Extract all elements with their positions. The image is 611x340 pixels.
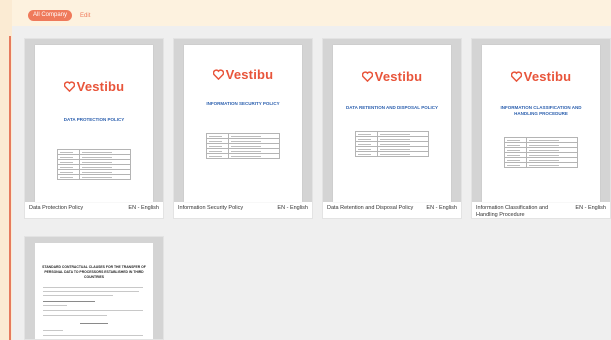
- document-title[interactable]: Information Security Policy: [178, 205, 243, 212]
- text-line: [43, 301, 95, 302]
- document-cover: Vestibu DATA RETENTION AND DISPOSAL POLI…: [333, 45, 451, 202]
- filter-pill[interactable]: All Company: [28, 10, 73, 21]
- brand-logo: Vestibu: [482, 69, 600, 84]
- brand-logo: Vestibu: [333, 69, 451, 84]
- document-thumbnail[interactable]: Vestibu INFORMATION SECURITY POLICY: [174, 39, 312, 202]
- cover-meta-table: [504, 137, 578, 168]
- cover-title: STANDARD CONTRACTUAL CLAUSES FOR THE TRA…: [42, 265, 146, 279]
- brand-name: Vestibu: [523, 69, 572, 84]
- document-thumbnail[interactable]: Vestibu DATA RETENTION AND DISPOSAL POLI…: [323, 39, 461, 202]
- document-thumbnail[interactable]: Vestibu INFORMATION CLASSIFICATION AND H…: [472, 39, 610, 202]
- document-caption: Data Retention and Disposal Policy EN - …: [327, 205, 457, 212]
- text-line: [43, 330, 63, 331]
- text-line: [43, 335, 143, 336]
- top-banner: [0, 0, 611, 26]
- left-accent-strip: [0, 0, 12, 340]
- cover-meta-table: [355, 131, 429, 157]
- document-language: EN - English: [426, 205, 457, 211]
- document-cover: Vestibu DATA PROTECTION POLICY: [35, 45, 153, 202]
- document-cover: Vestibu INFORMATION SECURITY POLICY: [184, 45, 302, 202]
- brand-name: Vestibu: [76, 79, 125, 94]
- text-line: [43, 310, 143, 311]
- document-caption: Information Classification and Handling …: [476, 205, 606, 219]
- cover-title: DATA RETENTION AND DISPOSAL POLICY: [346, 105, 438, 110]
- edit-link[interactable]: Edit: [80, 13, 90, 19]
- cover-title: INFORMATION SECURITY POLICY: [206, 101, 280, 106]
- heart-logo-icon: [361, 71, 373, 82]
- document-language: EN - English: [575, 205, 606, 211]
- brand-name: Vestibu: [225, 67, 274, 82]
- document-language: EN - English: [277, 205, 308, 211]
- toolbar: All Company Edit: [28, 10, 90, 21]
- cover-meta-table: [57, 149, 131, 180]
- document-thumbnail[interactable]: Vestibu DATA PROTECTION POLICY: [25, 39, 163, 202]
- document-language: EN - English: [128, 205, 159, 211]
- heart-logo-icon: [63, 81, 75, 92]
- text-line: [80, 323, 108, 324]
- cover-title: INFORMATION CLASSIFICATION AND HANDLING …: [500, 105, 582, 116]
- document-caption: Information Security Policy EN - English: [178, 205, 308, 212]
- text-line: [43, 295, 113, 296]
- brand-logo: Vestibu: [35, 79, 153, 94]
- text-line: [43, 315, 107, 316]
- document-title[interactable]: Information Classification and Handling …: [476, 205, 571, 219]
- brand-name: Vestibu: [374, 69, 423, 84]
- cover-title: DATA PROTECTION POLICY: [63, 117, 125, 122]
- document-title[interactable]: Data Retention and Disposal Policy: [327, 205, 413, 212]
- cover-meta-table: [206, 133, 280, 159]
- document-cover: Vestibu INFORMATION CLASSIFICATION AND H…: [482, 45, 600, 202]
- document-caption: Data Protection Policy EN - English: [29, 205, 159, 212]
- text-line: [43, 291, 139, 292]
- text-line: [43, 305, 67, 306]
- document-card[interactable]: STANDARD CONTRACTUAL CLAUSES FOR THE TRA…: [24, 236, 164, 340]
- text-line: [43, 287, 143, 288]
- document-title[interactable]: Data Protection Policy: [29, 205, 83, 212]
- document-card[interactable]: Vestibu INFORMATION CLASSIFICATION AND H…: [471, 38, 611, 219]
- document-card[interactable]: Vestibu DATA RETENTION AND DISPOSAL POLI…: [322, 38, 462, 219]
- heart-logo-icon: [510, 71, 522, 82]
- document-card[interactable]: Vestibu DATA PROTECTION POLICY Data Prot…: [24, 38, 164, 219]
- document-cover: STANDARD CONTRACTUAL CLAUSES FOR THE TRA…: [35, 243, 153, 339]
- heart-logo-icon: [212, 69, 224, 80]
- document-card[interactable]: Vestibu INFORMATION SECURITY POLICY Info…: [173, 38, 313, 219]
- brand-logo: Vestibu: [184, 67, 302, 82]
